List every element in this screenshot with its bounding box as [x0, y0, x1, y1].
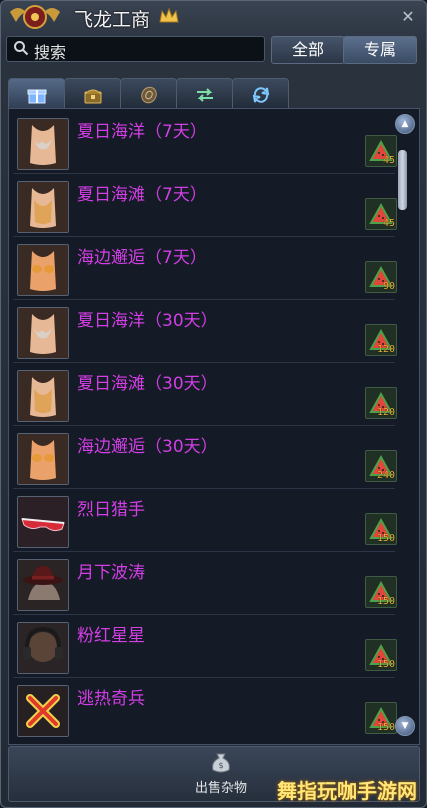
crown-icon [159, 7, 179, 23]
item-thumbnail [17, 496, 69, 548]
item-name: 逃热奇兵 [77, 689, 145, 709]
window-title: 飞龙工商 [74, 9, 151, 31]
price-value: 120 [376, 407, 395, 418]
list-item[interactable]: 月下波涛 150 [13, 552, 397, 615]
price-value: 150 [376, 533, 395, 544]
list-item[interactable]: 逃热奇兵 150 [13, 678, 397, 740]
price-badge: 150 [365, 576, 397, 608]
refresh-icon [252, 87, 270, 103]
item-thumbnail [17, 559, 69, 611]
price-value: 150 [376, 722, 395, 733]
list-item[interactable]: 海边邂逅（30天） 240 [13, 426, 397, 489]
scrollbar-thumb[interactable] [398, 150, 407, 210]
item-name: 海边邂逅（7天） [77, 248, 207, 268]
item-thumbnail [17, 433, 69, 485]
swimsuit-icon [18, 308, 68, 358]
sell-junk-label: 出售杂物 [194, 781, 247, 796]
price-badge: 150 [365, 702, 397, 734]
tab-refresh[interactable] [232, 78, 289, 109]
title-bar: 飞龙工商 ✕ [0, 0, 427, 34]
list-item[interactable]: 夏日海洋（30天） 120 [13, 300, 397, 363]
swap-arrows-icon [197, 88, 213, 102]
item-thumbnail [17, 181, 69, 233]
price-value: 45 [382, 155, 395, 166]
bikini-icon [18, 434, 68, 484]
price-badge: 120 [365, 324, 397, 356]
item-list: 夏日海洋（7天） 45 夏日海滩（7天） 45 海边邂逅（7天） 90 夏日海洋… [8, 108, 420, 745]
list-item[interactable]: 夏日海滩（7天） 45 [13, 174, 397, 237]
close-button[interactable]: ✕ [398, 7, 418, 27]
item-name: 烈日猎手 [77, 500, 145, 520]
item-name: 夏日海洋（7天） [77, 122, 207, 142]
sunglasses-icon [18, 497, 68, 547]
price-value: 120 [376, 344, 395, 355]
emblem-icon [10, 5, 60, 29]
item-name: 夏日海滩（7天） [77, 185, 207, 205]
price-value: 150 [376, 659, 395, 670]
list-item[interactable]: 粉红星星 150 [13, 615, 397, 678]
item-thumbnail [17, 622, 69, 674]
price-badge: 150 [365, 639, 397, 671]
chest-icon [84, 89, 102, 104]
shop-window: 飞龙工商 ✕ 搜索 全部 专属 夏日海洋（7天） 45 夏日海滩（7天） 45 … [0, 0, 427, 808]
item-name: 夏日海洋（30天） [77, 311, 218, 331]
list-item[interactable]: 烈日猎手 150 [13, 489, 397, 552]
list-item[interactable]: 海边邂逅（7天） 90 [13, 237, 397, 300]
price-value: 90 [382, 281, 395, 292]
price-badge: 120 [365, 387, 397, 419]
svg-text:$: $ [218, 761, 223, 770]
hat-icon [18, 560, 68, 610]
price-badge: 90 [365, 261, 397, 293]
item-name: 粉红星星 [77, 626, 145, 646]
item-thumbnail [17, 118, 69, 170]
scroll-up-button[interactable]: ▲ [395, 114, 415, 134]
tab-exchange[interactable] [176, 78, 233, 109]
gift-icon [27, 89, 47, 104]
filter-exclusive-button[interactable]: 专属 [343, 36, 417, 64]
bikini-icon [18, 245, 68, 295]
crossed-weapons-icon [18, 686, 68, 736]
price-value: 150 [376, 596, 395, 607]
watermark: 舞指玩咖手游网 [277, 779, 417, 803]
coin-icon [141, 86, 157, 104]
swimsuit-icon [18, 371, 68, 421]
price-value: 240 [376, 470, 395, 481]
search-input[interactable]: 搜索 [6, 36, 265, 62]
item-thumbnail [17, 307, 69, 359]
item-name: 夏日海滩（30天） [77, 374, 218, 394]
price-badge: 45 [365, 198, 397, 230]
tab-gift[interactable] [8, 78, 65, 109]
swimsuit-icon [18, 182, 68, 232]
item-thumbnail [17, 244, 69, 296]
sell-junk-button[interactable]: $ 出售杂物 [191, 751, 251, 797]
list-item[interactable]: 夏日海洋（7天） 45 [13, 111, 397, 174]
money-bag-icon: $ [212, 753, 230, 773]
filter-all-button[interactable]: 全部 [271, 36, 345, 64]
price-badge: 150 [365, 513, 397, 545]
item-name: 海边邂逅（30天） [77, 437, 218, 457]
item-thumbnail [17, 685, 69, 737]
price-badge: 240 [365, 450, 397, 482]
tab-chest[interactable] [64, 78, 121, 109]
tab-coin[interactable] [120, 78, 177, 109]
price-value: 45 [382, 218, 395, 229]
search-icon [14, 41, 29, 56]
headphones-icon [18, 623, 68, 673]
list-item[interactable]: 夏日海滩（30天） 120 [13, 363, 397, 426]
scroll-down-button[interactable]: ▼ [395, 716, 415, 736]
item-thumbnail [17, 370, 69, 422]
price-badge: 45 [365, 135, 397, 167]
swimsuit-icon [18, 119, 68, 169]
search-placeholder: 搜索 [34, 43, 67, 62]
item-name: 月下波涛 [77, 563, 145, 583]
